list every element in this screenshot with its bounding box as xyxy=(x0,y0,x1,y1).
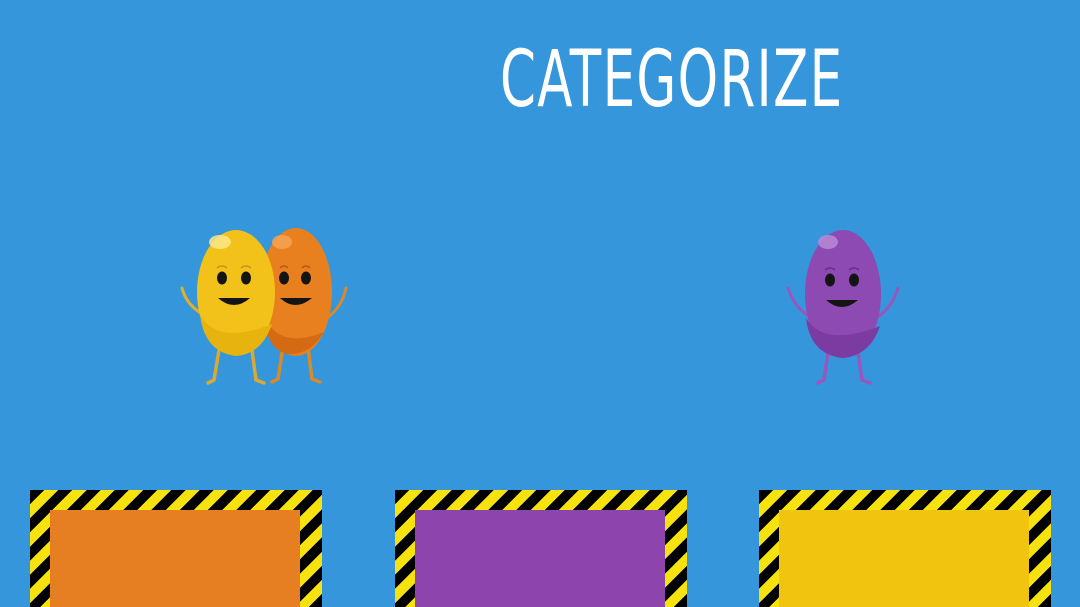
yellow-bean-character[interactable] xyxy=(176,222,286,387)
yellow-bin[interactable] xyxy=(759,490,1051,607)
purple-bin[interactable] xyxy=(395,490,687,607)
purple-bean-character[interactable] xyxy=(782,222,907,387)
purple-bin-interior xyxy=(415,510,665,607)
game-title: CATEGORIZE xyxy=(500,35,844,125)
orange-bin-interior xyxy=(50,510,300,607)
game-screen: CATEGORIZE xyxy=(0,0,1080,607)
yellow-bin-interior xyxy=(779,510,1029,607)
orange-bin[interactable] xyxy=(30,490,322,607)
